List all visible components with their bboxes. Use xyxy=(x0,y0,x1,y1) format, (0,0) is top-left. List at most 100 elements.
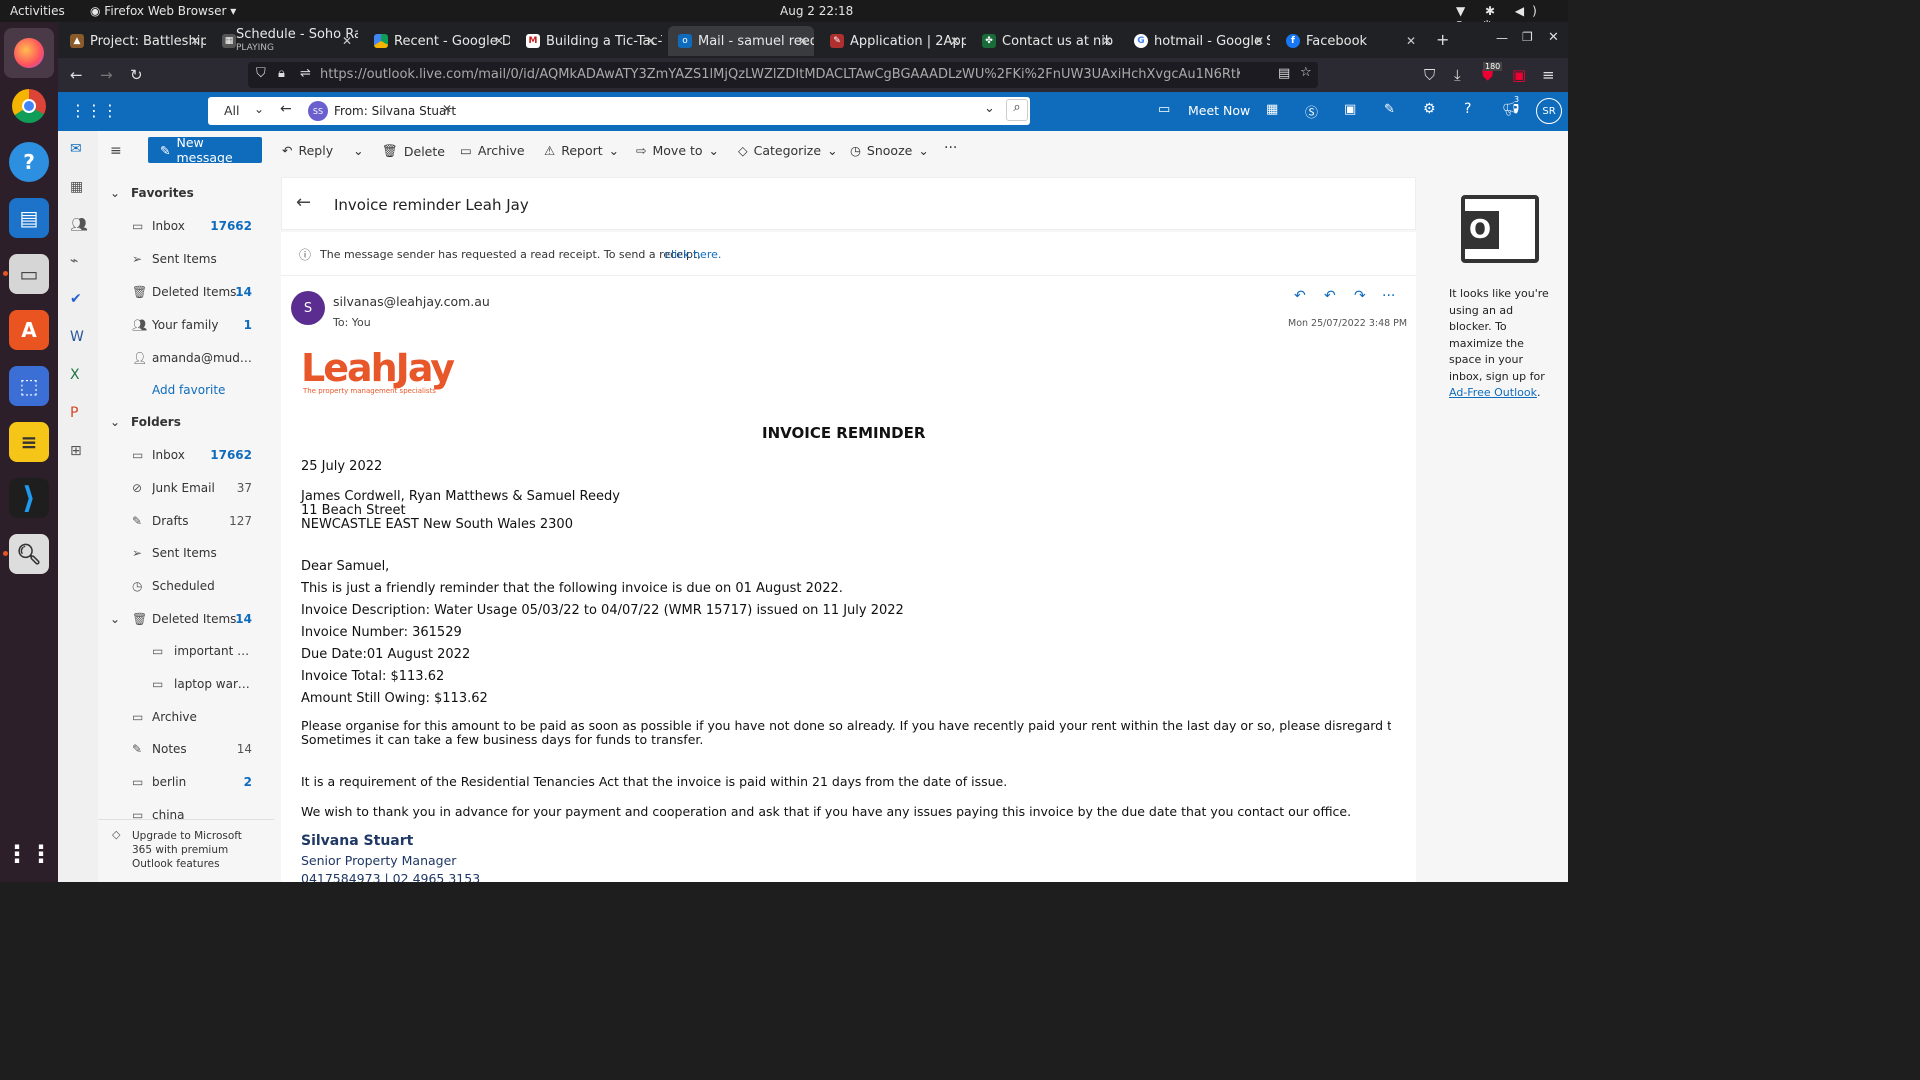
help-question-icon[interactable]: ? xyxy=(1464,101,1471,117)
sidebar-item-notes[interactable]: ✎ Notes 14 xyxy=(98,734,274,764)
close-icon[interactable]: ✕ xyxy=(646,34,656,48)
attachment-icon[interactable]: ⌁ xyxy=(70,253,78,269)
tab-active[interactable]: o Mail - samuel reedy ✕ xyxy=(668,26,814,56)
new-tab-icon[interactable]: + xyxy=(1436,30,1449,49)
chevron-down-icon[interactable]: ⌄ xyxy=(353,143,363,158)
skype-icon[interactable]: Ⓢ xyxy=(1305,102,1318,121)
magnifier-icon[interactable]: 🔍︎ xyxy=(9,534,49,574)
back-arrow-icon[interactable]: ← xyxy=(296,192,311,213)
close-icon[interactable]: ✕ xyxy=(1406,34,1416,48)
todo-icon[interactable]: ✔ xyxy=(70,291,82,307)
vscode-icon[interactable]: ⟩ xyxy=(9,478,49,518)
sidebar-item-family[interactable]: 👥︎ Your family 1 xyxy=(98,310,274,340)
favorites-header[interactable]: ⌄ Favorites xyxy=(98,178,274,208)
tab[interactable]: Recent - Google Dri ✕ xyxy=(364,26,510,56)
word-icon[interactable]: W xyxy=(70,329,84,345)
search-icon[interactable]: ⌕ xyxy=(1006,99,1028,121)
reply-icon[interactable]: ↶ xyxy=(1294,288,1306,304)
sidebar-item-important[interactable]: ▭ important c... xyxy=(98,636,274,666)
activities-button[interactable]: Activities xyxy=(10,4,65,18)
downloads-icon[interactable]: ⤓ xyxy=(1454,66,1461,84)
sidebar-item-sent[interactable]: ➢ Sent Items xyxy=(98,538,274,568)
people-icon[interactable]: 👥︎ xyxy=(70,217,88,233)
video-camera-icon[interactable]: ▭ xyxy=(1158,102,1170,117)
minimize-icon[interactable]: — xyxy=(1496,31,1508,45)
chrome-icon[interactable] xyxy=(9,86,49,126)
close-icon[interactable]: ✕ xyxy=(1254,34,1264,48)
calendar-icon[interactable]: ▦ xyxy=(70,179,83,195)
report-button[interactable]: ⚠ Report ⌄ xyxy=(544,143,619,158)
forward-icon[interactable]: ↷ xyxy=(1354,288,1366,304)
extension-icon[interactable]: ▣ xyxy=(1512,66,1526,84)
folders-header[interactable]: ⌄ Folders xyxy=(98,407,274,437)
sidebar-item-inbox[interactable]: ▭ Inbox 17662 xyxy=(98,440,274,470)
close-icon[interactable]: ✕ xyxy=(950,34,960,48)
firefox-icon[interactable] xyxy=(4,28,54,78)
ad-free-link[interactable]: Ad-Free Outlook xyxy=(1449,386,1537,399)
close-icon[interactable]: ✕ xyxy=(494,34,504,48)
notes-icon[interactable]: ≡ xyxy=(9,422,49,462)
apps-icon[interactable]: ▦ xyxy=(1266,102,1278,117)
more-apps-icon[interactable]: ⊞ xyxy=(70,443,82,459)
bookmark-star-icon[interactable]: ☆ xyxy=(1300,65,1312,80)
sidebar-item-deleted[interactable]: ⌄ 🗑︎ Deleted Items 14 xyxy=(98,604,274,634)
search-scope[interactable]: All xyxy=(224,103,240,118)
tab[interactable]: Ghotmail - Google Se ✕ xyxy=(1124,26,1270,56)
tab[interactable]: ✎ Application | 2Appl ✕ xyxy=(820,26,966,56)
clock[interactable]: Aug 2 22:18 xyxy=(780,4,853,18)
tab[interactable]: M Building a Tic-Tac-To ✕ xyxy=(516,26,662,56)
excel-icon[interactable]: X xyxy=(70,367,80,383)
new-message-button[interactable]: ✎ New message xyxy=(148,135,262,165)
files-icon[interactable]: ▭ xyxy=(9,254,49,294)
show-apps-icon[interactable]: ⋮⋮ xyxy=(5,834,53,874)
permissions-icon[interactable]: ⇌ xyxy=(300,66,311,81)
back-arrow-icon[interactable]: ← xyxy=(280,101,292,117)
app-menu[interactable]: ◉ Firefox Web Browser ▾ xyxy=(90,4,236,18)
app-launcher-icon[interactable]: ⋮⋮⋮ xyxy=(70,101,118,120)
snooze-button[interactable]: ◷ Snooze ⌄ xyxy=(850,143,929,158)
delete-button[interactable]: 🗑︎ Delete xyxy=(382,143,445,159)
sidebar-item-amanda[interactable]: 👤︎ amanda@mudba... xyxy=(98,343,274,373)
move-to-button[interactable]: ⇨ Move to ⌄ xyxy=(636,143,719,158)
upgrade-banner[interactable]: ◇ Upgrade to Microsoft 365 with premium … xyxy=(98,819,274,882)
sidebar-item-laptop[interactable]: ▭ laptop warra... xyxy=(98,669,274,699)
my-day-icon[interactable]: ✎ xyxy=(1384,102,1395,117)
close-icon[interactable]: ✕ xyxy=(342,34,352,48)
more-actions-icon[interactable]: ··· xyxy=(1382,288,1395,304)
search-chip[interactable]: From: Silvana Stuart xyxy=(334,104,456,118)
sidebar-item-scheduled[interactable]: ◷ Scheduled xyxy=(98,571,274,601)
more-options-icon[interactable]: ··· xyxy=(944,140,957,156)
sender-address[interactable]: silvanas@leahjay.com.au xyxy=(333,294,490,309)
sidebar-item-junk[interactable]: ⊘ Junk Email 37 xyxy=(98,473,274,503)
categorize-button[interactable]: ◇ Categorize ⌄ xyxy=(738,143,838,158)
writer-icon[interactable]: ▤ xyxy=(9,198,49,238)
chevron-down-icon[interactable]: ⌄ xyxy=(254,102,264,116)
shield-icon[interactable]: ⛉ xyxy=(256,66,266,81)
help-icon[interactable]: ? xyxy=(9,142,49,182)
pocket-icon[interactable]: ⛉ xyxy=(1424,66,1435,84)
meet-now-button[interactable]: Meet Now xyxy=(1188,103,1250,118)
software-center-icon[interactable]: A xyxy=(9,310,49,350)
lock-icon[interactable]: 🔒︎ xyxy=(278,66,285,81)
screenshot-icon[interactable]: ⬚ xyxy=(9,366,49,406)
add-favorite-link[interactable]: Add favorite xyxy=(98,375,274,405)
sidebar-item-berlin[interactable]: ▭ berlin 2 xyxy=(98,767,274,797)
send-receipt-link[interactable]: click here. xyxy=(665,248,721,261)
tab[interactable]: ▦ Schedule - Soho Ra PLAYING ✕ xyxy=(212,26,358,56)
back-icon[interactable]: ← xyxy=(70,66,83,84)
mail-icon[interactable]: ✉ xyxy=(70,141,82,157)
reader-view-icon[interactable]: ▤ xyxy=(1278,66,1290,81)
tab[interactable]: f Facebook ✕ xyxy=(1276,26,1422,56)
close-icon[interactable]: ✕ xyxy=(190,34,200,48)
sidebar-item-deleted[interactable]: 🗑︎ Deleted Items 14 xyxy=(98,277,274,307)
sidebar-item-drafts[interactable]: ✎ Drafts 127 xyxy=(98,506,274,536)
remove-chip-icon[interactable]: ✕ xyxy=(442,102,452,116)
url-bar[interactable]: ⛉ 🔒︎ ⇌ https://outlook.live.com/mail/0/i… xyxy=(248,62,1318,88)
archive-button[interactable]: ▭ Archive xyxy=(460,143,525,158)
reply-all-icon[interactable]: ↶ xyxy=(1324,288,1336,304)
close-window-icon[interactable]: ✕ xyxy=(1548,30,1559,45)
settings-gear-icon[interactable]: ⚙ xyxy=(1423,101,1436,117)
reload-icon[interactable]: ↻ xyxy=(130,66,143,84)
reply-button[interactable]: ↶ Reply ⌄ xyxy=(282,143,364,158)
tab[interactable]: ▲ Project: Battleship ✕ xyxy=(60,26,206,56)
